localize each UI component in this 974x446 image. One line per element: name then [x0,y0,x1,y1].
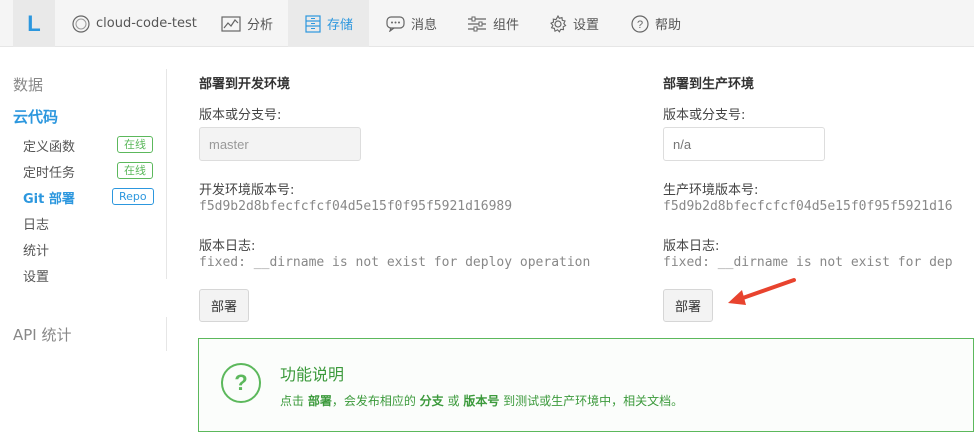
sidebar-heading-data[interactable]: 数据 [13,74,43,95]
annotation-arrow-icon [728,278,796,305]
prod-deploy-title: 部署到生产环境 [663,77,755,92]
info-text: 或 [443,394,464,408]
nav-messages-label: 消息 [411,18,438,33]
storage-icon [305,14,321,33]
components-icon [468,16,486,31]
info-text: 点击 [280,394,308,408]
nav-messages[interactable]: 消息 [386,0,437,47]
top-nav: L cloud-code-test 分析 存储 消息 组件 设置 ? 帮助 [0,0,974,47]
project-selector[interactable]: cloud-code-test [72,0,197,47]
project-name: cloud-code-test [96,16,197,31]
sidebar-item-stats[interactable]: 统计 [23,240,49,259]
sidebar-item-cron[interactable]: 定时任务 [23,162,75,181]
status-badge-online: 在线 [117,136,153,153]
nav-storage-label: 存储 [327,18,354,33]
dev-log-label: 版本日志: [199,239,256,254]
sidebar-item-functions[interactable]: 定义函数 [23,136,75,155]
nav-storage[interactable]: 存储 [288,0,369,47]
prod-log-text: fixed: __dirname is not exist for dep [663,255,953,270]
status-badge-online: 在线 [117,162,153,179]
dev-deploy-title: 部署到开发环境 [199,77,291,92]
sidebar-item-logs[interactable]: 日志 [23,214,49,233]
info-bold-branch: 分支 [419,394,444,408]
app-logo[interactable]: L [13,0,55,47]
prod-log-label: 版本日志: [663,239,720,254]
dev-env-version-hash: f5d9b2d8bfecfcfcf04d5e15f0f95f5921d16989 [199,199,513,214]
sidebar-item-git-deploy[interactable]: Git 部署 [23,188,75,207]
dev-version-input[interactable] [199,127,361,161]
message-icon [386,15,405,32]
info-bold-deploy: 部署 [307,394,332,408]
prod-env-version-hash: f5d9b2d8bfecfcfcf04d5e15f0f95f5921d16 [663,199,953,214]
nav-help-label: 帮助 [655,18,682,33]
info-bold-version: 版本号 [463,394,500,408]
info-text: 到测试或生产环境中，相关文档。 [499,394,684,408]
prod-deploy-button[interactable]: 部署 [663,289,713,322]
sidebar-heading-cloud-code[interactable]: 云代码 [13,106,58,127]
help-icon: ? [631,14,649,33]
dev-deploy-button[interactable]: 部署 [199,289,249,322]
sidebar-item-settings[interactable]: 设置 [23,266,49,285]
info-text: ，会发布相应的 [331,394,420,408]
info-title: 功能说明 [280,365,345,384]
dev-env-version-label: 开发环境版本号: [199,183,295,198]
repo-badge[interactable]: Repo [112,188,154,205]
nav-components[interactable]: 组件 [467,0,519,47]
chart-icon [221,15,241,32]
info-description: 点击 部署，会发布相应的 分支 或 版本号 到测试或生产环境中，相关文档。 [280,392,683,409]
sidebar-heading-api-stats[interactable]: API 统计 [13,324,72,345]
sidebar: 数据 云代码 定义函数 在线 定时任务 在线 Git 部署 Repo 日志 统计… [0,47,168,446]
sidebar-divider-lower [166,317,167,351]
dev-log-text: fixed: __dirname is not exist for deploy… [199,255,591,270]
project-circle-icon [72,14,90,33]
gear-icon [550,14,567,33]
nav-settings-label: 设置 [573,18,600,33]
nav-settings[interactable]: 设置 [549,0,599,47]
prod-version-label: 版本或分支号: [663,108,746,123]
prod-env-version-label: 生产环境版本号: [663,183,759,198]
sidebar-divider [166,69,167,279]
nav-components-label: 组件 [493,18,520,33]
nav-analytics-label: 分析 [247,18,274,33]
svg-text:?: ? [637,19,643,31]
feature-info-box: ? 功能说明 点击 部署，会发布相应的 分支 或 版本号 到测试或生产环境中，相… [198,338,974,432]
dev-version-label: 版本或分支号: [199,108,282,123]
nav-help[interactable]: ? 帮助 [631,0,681,47]
question-circle-icon: ? [221,363,261,403]
nav-analytics[interactable]: 分析 [221,0,273,47]
prod-version-input[interactable] [663,127,825,161]
